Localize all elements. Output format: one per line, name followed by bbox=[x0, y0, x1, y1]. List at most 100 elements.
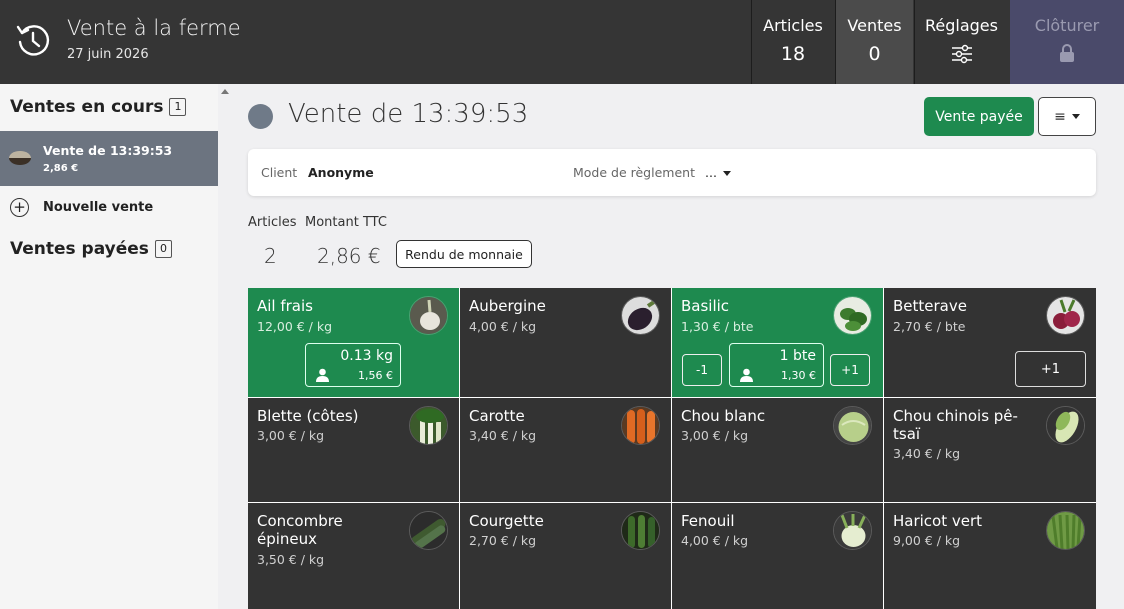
paid-sales-heading: Ventes payées 0 bbox=[10, 239, 172, 259]
zucchini-icon bbox=[621, 511, 660, 550]
product-tile[interactable]: Chou blanc 3,00 € / kg bbox=[672, 398, 883, 502]
product-grid: Ail frais 12,00 € / kg 0.13 kg 1,56 € Au… bbox=[248, 288, 1096, 609]
product-price: 2,70 € / kg bbox=[469, 533, 537, 548]
increment-button[interactable]: +1 bbox=[1015, 351, 1086, 387]
product-name: Haricot vert bbox=[893, 512, 983, 530]
product-name: Carotte bbox=[469, 407, 525, 425]
quantity-box[interactable]: 1 bte 1,30 € bbox=[729, 343, 824, 387]
green-bean-icon bbox=[1046, 511, 1085, 550]
sale-menu-button[interactable]: ≡ bbox=[1038, 97, 1096, 136]
line-subtotal: 1,56 € bbox=[358, 369, 393, 382]
product-price: 3,40 € / kg bbox=[893, 446, 961, 461]
sale-list-item[interactable]: Vente de 13:39:53 2,86 € bbox=[0, 131, 218, 186]
nav-cloturer[interactable]: Clôturer bbox=[1010, 0, 1124, 84]
carrot-icon bbox=[621, 406, 660, 445]
nav-ventes-count: 0 bbox=[868, 43, 881, 65]
change-button[interactable]: Rendu de monnaie bbox=[396, 240, 532, 268]
lock-icon bbox=[1060, 44, 1074, 62]
sale-item-name: Vente de 13:39:53 bbox=[43, 143, 173, 158]
increment-button[interactable]: +1 bbox=[830, 354, 870, 386]
app-title: Vente à la ferme bbox=[67, 16, 241, 40]
product-name: Blette (côtes) bbox=[257, 407, 359, 425]
product-price: 3,50 € / kg bbox=[257, 552, 325, 567]
new-sale-label: Nouvelle vente bbox=[43, 200, 154, 215]
product-tile[interactable]: Fenouil 4,00 € / kg bbox=[672, 503, 883, 609]
chard-icon bbox=[409, 406, 448, 445]
nav-ventes[interactable]: Ventes 0 bbox=[835, 0, 913, 84]
nav-reglages[interactable]: Réglages bbox=[914, 0, 1008, 84]
current-sales-title: Ventes en cours bbox=[10, 97, 164, 117]
paid-sales-title: Ventes payées bbox=[10, 239, 149, 259]
nav-reglages-label: Réglages bbox=[925, 16, 998, 35]
product-price: 3,00 € / kg bbox=[257, 428, 325, 443]
product-tile[interactable]: Ail frais 12,00 € / kg 0.13 kg 1,56 € bbox=[248, 288, 459, 397]
quantity-box[interactable]: 0.13 kg 1,56 € bbox=[305, 343, 401, 387]
top-bar: Vente à la ferme 27 juin 2026 Articles 1… bbox=[0, 0, 1124, 84]
nav-ventes-label: Ventes bbox=[847, 16, 902, 35]
product-price: 9,00 € / kg bbox=[893, 533, 961, 548]
person-icon bbox=[740, 368, 753, 382]
line-subtotal: 1,30 € bbox=[781, 369, 816, 382]
articles-value: 2 bbox=[264, 244, 277, 268]
amount-label: Montant TTC bbox=[305, 215, 387, 230]
product-price: 4,00 € / kg bbox=[469, 319, 537, 334]
nav-cloturer-label: Clôturer bbox=[1034, 16, 1100, 35]
product-tile[interactable]: Betterave 2,70 € / bte +1 bbox=[884, 288, 1096, 397]
plus-circle-icon: + bbox=[10, 198, 29, 217]
basil-icon bbox=[833, 296, 872, 335]
sidebar-scrollbar[interactable] bbox=[218, 84, 232, 609]
history-icon[interactable] bbox=[14, 21, 52, 59]
product-name: Betterave bbox=[893, 297, 967, 315]
product-price: 2,70 € / bte bbox=[893, 319, 966, 334]
product-tile[interactable]: Carotte 3,40 € / kg bbox=[460, 398, 671, 502]
eggplant-icon bbox=[621, 296, 660, 335]
nav-articles-count: 18 bbox=[780, 43, 806, 65]
chevron-down-icon bbox=[1071, 114, 1080, 119]
chevron-down-icon bbox=[722, 171, 731, 176]
sale-title: Vente de 13:39:53 bbox=[288, 99, 529, 129]
person-icon bbox=[316, 368, 329, 382]
nav-articles-label: Articles bbox=[763, 16, 823, 35]
product-name: Ail frais bbox=[257, 297, 313, 315]
fennel-icon bbox=[833, 511, 872, 550]
amount-value: 2,86 € bbox=[317, 244, 381, 268]
product-price: 12,00 € / kg bbox=[257, 319, 333, 334]
paid-sales-count: 0 bbox=[154, 240, 172, 258]
cabbage-icon bbox=[833, 406, 872, 445]
quantity-value: 1 bte bbox=[779, 348, 816, 364]
payment-mode-select[interactable]: ... bbox=[705, 165, 731, 180]
decrement-button[interactable]: -1 bbox=[682, 354, 722, 386]
product-name: Fenouil bbox=[681, 512, 735, 530]
new-sale-button[interactable]: + Nouvelle vente bbox=[10, 198, 153, 217]
product-price: 1,30 € / bte bbox=[681, 319, 754, 334]
client-label: Client bbox=[261, 165, 298, 180]
app-date: 27 juin 2026 bbox=[67, 47, 149, 62]
articles-label: Articles bbox=[248, 215, 297, 230]
product-tile[interactable]: Basilic 1,30 € / bte -1 1 bte 1,30 € +1 bbox=[672, 288, 883, 397]
sliders-icon bbox=[951, 44, 972, 64]
sale-item-amount: 2,86 € bbox=[43, 163, 79, 174]
sale-thumbnail bbox=[9, 151, 31, 165]
product-tile[interactable]: Concombre épineux 3,50 € / kg bbox=[248, 503, 459, 609]
payment-mode-value: ... bbox=[705, 165, 717, 180]
product-price: 3,00 € / kg bbox=[681, 428, 749, 443]
chinese-cabbage-icon bbox=[1046, 406, 1085, 445]
product-tile[interactable]: Haricot vert 9,00 € / kg bbox=[884, 503, 1096, 609]
product-tile[interactable]: Blette (côtes) 3,00 € / kg bbox=[248, 398, 459, 502]
sale-paid-button[interactable]: Vente payée bbox=[924, 97, 1034, 136]
payment-mode-label: Mode de règlement bbox=[573, 165, 695, 180]
product-name: Chou chinois pê-tsaï bbox=[893, 407, 1018, 443]
product-tile[interactable]: Chou chinois pê-tsaï 3,40 € / kg bbox=[884, 398, 1096, 502]
cucumber-icon bbox=[409, 511, 448, 550]
quantity-value: 0.13 kg bbox=[340, 348, 393, 364]
product-name: Aubergine bbox=[469, 297, 546, 315]
nav-articles[interactable]: Articles 18 bbox=[751, 0, 834, 84]
current-sales-count: 1 bbox=[169, 98, 187, 116]
garlic-icon bbox=[409, 296, 448, 335]
product-price: 3,40 € / kg bbox=[469, 428, 537, 443]
scroll-up-arrow-icon[interactable] bbox=[221, 89, 229, 94]
product-name: Basilic bbox=[681, 297, 730, 315]
product-tile[interactable]: Aubergine 4,00 € / kg bbox=[460, 288, 671, 397]
product-tile[interactable]: Courgette 2,70 € / kg bbox=[460, 503, 671, 609]
client-value[interactable]: Anonyme bbox=[308, 165, 374, 180]
